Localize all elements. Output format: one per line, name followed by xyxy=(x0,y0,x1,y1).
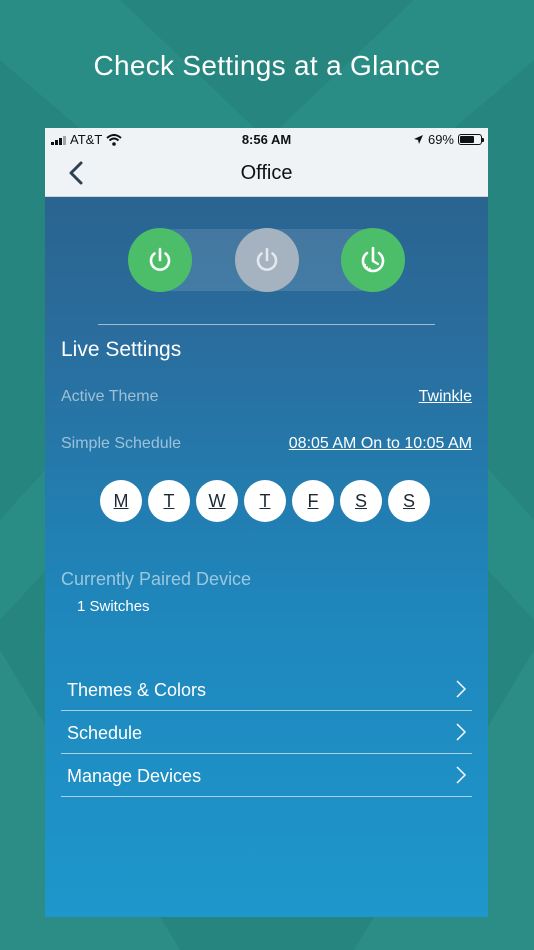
battery-percent: 69% xyxy=(427,132,454,147)
menu-item-schedule[interactable]: Schedule xyxy=(61,711,472,754)
day-tuesday[interactable]: T xyxy=(148,480,190,522)
day-wednesday[interactable]: W xyxy=(196,480,238,522)
navigation-bar: Office xyxy=(45,150,488,197)
day-monday[interactable]: M xyxy=(100,480,142,522)
simple-schedule-label: Simple Schedule xyxy=(61,435,182,452)
active-theme-link[interactable]: Twinkle xyxy=(419,388,472,406)
power-icon xyxy=(256,247,278,271)
settings-menu: Themes & Colors Schedule Manage Devices xyxy=(61,668,472,797)
weekday-selector: M T W T F S S xyxy=(100,480,430,522)
menu-item-manage-devices[interactable]: Manage Devices xyxy=(61,754,472,797)
section-divider xyxy=(98,324,435,325)
active-theme-label: Active Theme xyxy=(61,388,159,405)
menu-item-label: Schedule xyxy=(67,723,143,743)
location-arrow-icon xyxy=(413,135,423,144)
promo-headline: Check Settings at a Glance xyxy=(93,50,441,81)
power-off-button[interactable] xyxy=(235,228,299,292)
power-icon xyxy=(149,247,171,271)
battery-fill xyxy=(460,136,474,143)
menu-item-label: Manage Devices xyxy=(67,766,202,786)
live-settings-heading: Live Settings xyxy=(61,338,182,361)
menu-item-themes-colors[interactable]: Themes & Colors xyxy=(61,668,472,711)
power-schedule-button[interactable] xyxy=(341,228,405,292)
chevron-right-icon xyxy=(456,766,467,784)
day-sunday[interactable]: S xyxy=(388,480,430,522)
paired-device-count: 1 Switches xyxy=(77,598,150,615)
paired-device-heading: Currently Paired Device xyxy=(61,569,252,589)
phone-screen: AT&T 8:56 AM 69% Office Live Settings Ac… xyxy=(45,128,488,917)
menu-item-label: Themes & Colors xyxy=(67,680,207,700)
power-control xyxy=(128,228,405,292)
chevron-right-icon xyxy=(456,723,467,741)
day-friday[interactable]: F xyxy=(292,480,334,522)
power-timer-icon xyxy=(361,246,385,273)
battery-icon xyxy=(458,134,484,145)
day-saturday[interactable]: S xyxy=(340,480,382,522)
status-bar: AT&T 8:56 AM 69% xyxy=(45,128,488,150)
page-title: Office xyxy=(240,162,293,184)
day-thursday[interactable]: T xyxy=(244,480,286,522)
simple-schedule-link[interactable]: 08:05 AM On to 10:05 AM xyxy=(289,435,472,453)
chevron-right-icon xyxy=(456,680,467,698)
power-on-button[interactable] xyxy=(128,228,192,292)
